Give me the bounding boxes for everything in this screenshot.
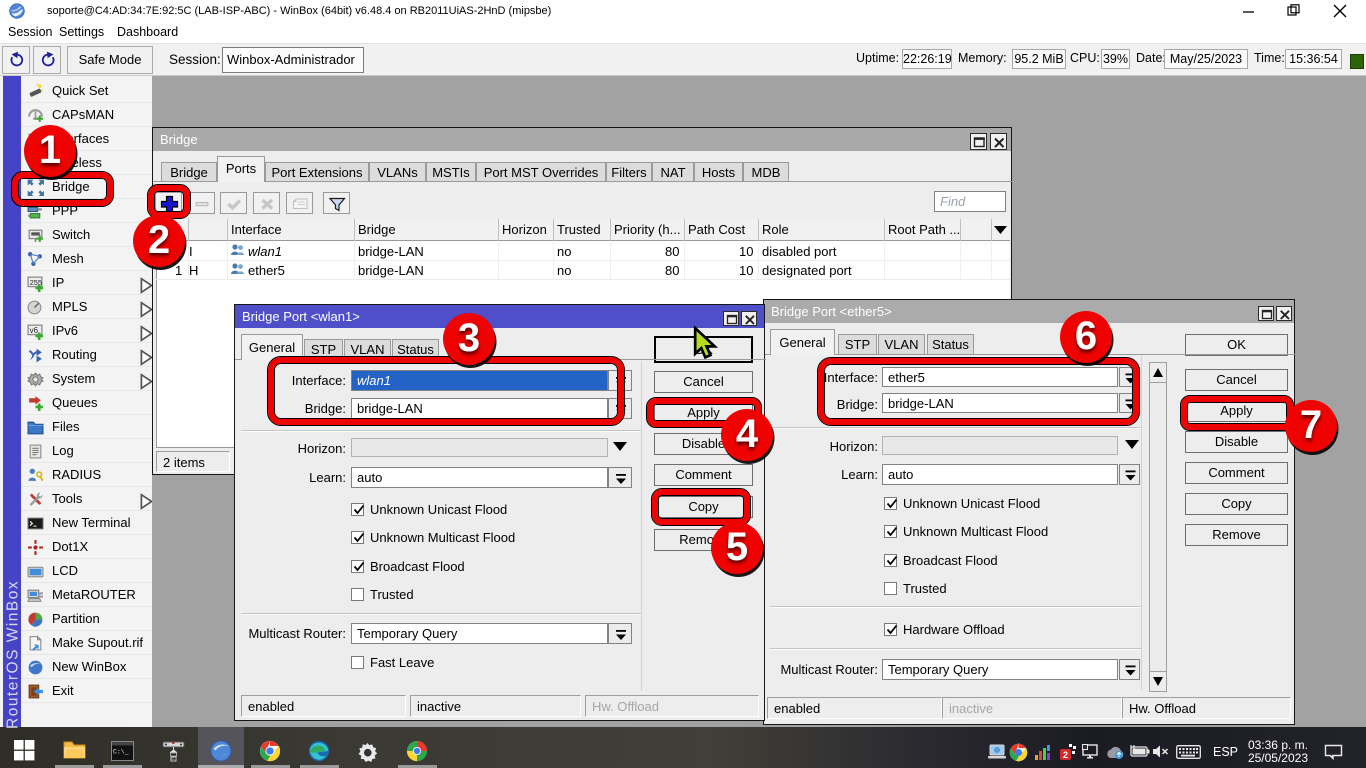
svg-text:C:\_: C:\_ — [113, 749, 129, 756]
svg-text:RouterOS WinBox: RouterOS WinBox — [5, 580, 22, 729]
svg-text:v6: v6 — [30, 326, 39, 335]
svg-text:2: 2 — [1063, 750, 1068, 760]
